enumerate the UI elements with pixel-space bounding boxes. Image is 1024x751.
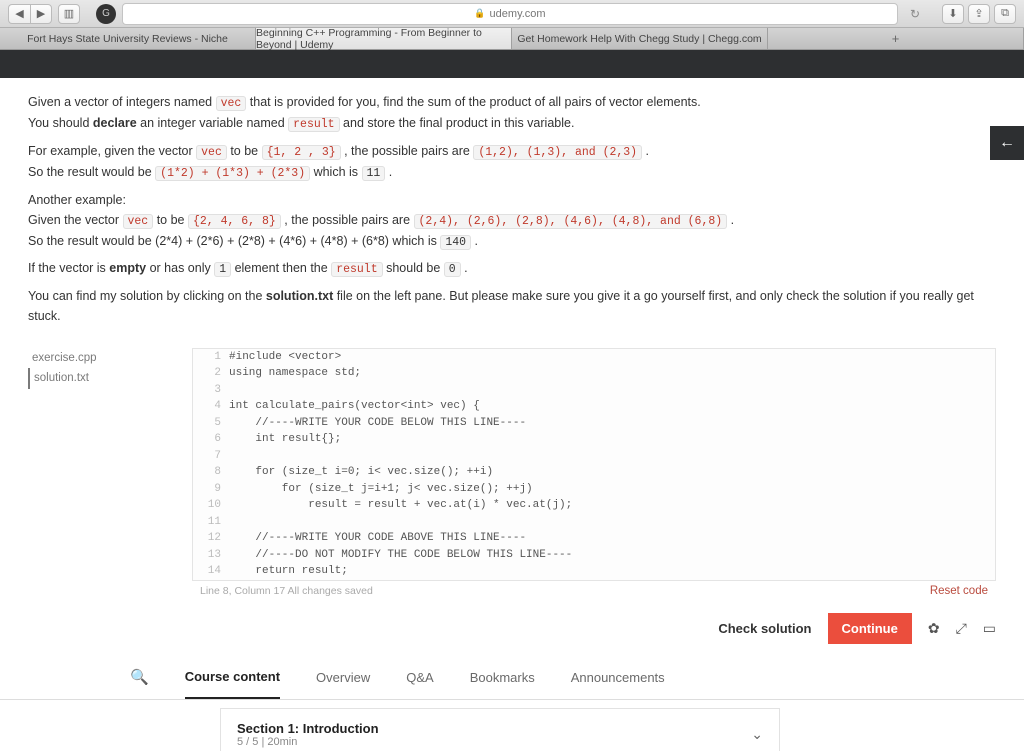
code-line[interactable]: 13 //----DO NOT MODIFY THE CODE BELOW TH… [193, 547, 995, 564]
code-line[interactable]: 5 //----WRITE YOUR CODE BELOW THIS LINE-… [193, 415, 995, 432]
code-token: vec [216, 96, 247, 111]
code-token: (2,4), (2,6), (2,8), (4,6), (4,8), and (… [414, 214, 728, 229]
code-token: 11 [362, 166, 386, 181]
code-line[interactable]: 11 [193, 514, 995, 531]
code-token: result [331, 262, 382, 277]
continue-button[interactable]: Continue [828, 613, 912, 644]
code-line[interactable]: 10 result = result + vec.at(i) * vec.at(… [193, 497, 995, 514]
download-button[interactable]: ⬇ [942, 4, 964, 24]
video-icon[interactable]: ▭ [983, 620, 996, 637]
tab-course-content[interactable]: Course content [185, 656, 280, 699]
file-tree: exercise.cpp solution.txt [0, 348, 192, 601]
course-header-bar [0, 50, 1024, 78]
code-line[interactable]: 7 [193, 448, 995, 465]
chevron-down-icon: ⌄ [751, 726, 763, 743]
code-token: vec [123, 214, 154, 229]
code-token: 0 [444, 262, 461, 277]
tab-bookmarks[interactable]: Bookmarks [470, 670, 535, 685]
settings-icon[interactable]: ✿ [928, 620, 940, 637]
content-tabs: 🔍 Course content Overview Q&A Bookmarks … [0, 656, 1024, 700]
browser-tab[interactable]: Get Homework Help With Chegg Study | Che… [512, 28, 768, 49]
check-solution-button[interactable]: Check solution [718, 621, 811, 636]
code-line[interactable]: 9 for (size_t j=i+1; j< vec.size(); ++j) [193, 481, 995, 498]
code-token: vec [196, 145, 227, 160]
code-line[interactable]: 6 int result{}; [193, 431, 995, 448]
tabs-button[interactable]: ⧉ [994, 4, 1016, 24]
section-sub: 5 / 5 | 20min [237, 736, 379, 748]
new-tab-button[interactable]: + [768, 28, 1024, 49]
code-line[interactable]: 1#include <vector> [193, 349, 995, 366]
coding-area: exercise.cpp solution.txt 1#include <vec… [0, 348, 996, 601]
search-icon[interactable]: 🔍 [130, 668, 149, 686]
lock-icon: 🔒 [474, 8, 485, 19]
file-exercise[interactable]: exercise.cpp [28, 348, 192, 369]
back-button[interactable]: ◀ [8, 4, 30, 24]
url-text: udemy.com [490, 8, 546, 20]
code-line[interactable]: 2using namespace std; [193, 365, 995, 382]
code-token: {2, 4, 6, 8} [188, 214, 281, 229]
reload-button[interactable]: ↻ [904, 7, 926, 21]
file-solution[interactable]: solution.txt [28, 368, 192, 389]
collapse-panel-button[interactable]: ← [990, 126, 1024, 160]
action-row: Check solution Continue ✿ ⤢ ▭ [0, 601, 1024, 656]
code-token: result [288, 117, 339, 132]
address-bar[interactable]: 🔒 udemy.com [122, 3, 898, 25]
section-row[interactable]: Section 1: Introduction 5 / 5 | 20min ⌄ [220, 708, 780, 751]
code-token: 1 [214, 262, 231, 277]
code-token: (1*2) + (1*3) + (2*3) [155, 166, 310, 181]
site-favicon-icon: G [96, 4, 116, 24]
code-token: 140 [440, 235, 471, 250]
tab-overview[interactable]: Overview [316, 670, 370, 685]
reset-code-button[interactable]: Reset code [930, 585, 988, 597]
section-title: Section 1: Introduction [237, 721, 379, 736]
tab-announcements[interactable]: Announcements [571, 670, 665, 685]
code-line[interactable]: 14 return result; [193, 563, 995, 580]
code-editor[interactable]: 1#include <vector>2using namespace std;3… [192, 348, 996, 601]
code-token: {1, 2 , 3} [262, 145, 341, 160]
fullscreen-icon[interactable]: ⤢ [956, 620, 967, 637]
tab-qa[interactable]: Q&A [406, 670, 433, 685]
code-line[interactable]: 3 [193, 382, 995, 399]
browser-tab[interactable]: Fort Hays State University Reviews - Nic… [0, 28, 256, 49]
forward-button[interactable]: ▶ [30, 4, 52, 24]
share-button[interactable]: ⇪ [968, 4, 990, 24]
tab-bar: Fort Hays State University Reviews - Nic… [0, 28, 1024, 50]
browser-toolbar: ◀ ▶ ▥ G 🔒 udemy.com ↻ ⬇ ⇪ ⧉ [0, 0, 1024, 28]
editor-status: Line 8, Column 17 All changes saved [200, 585, 373, 597]
browser-tab[interactable]: Beginning C++ Programming - From Beginne… [256, 28, 512, 49]
code-line[interactable]: 12 //----WRITE YOUR CODE ABOVE THIS LINE… [193, 530, 995, 547]
code-line[interactable]: 8 for (size_t i=0; i< vec.size(); ++i) [193, 464, 995, 481]
problem-description: ← Given a vector of integers named vec t… [0, 78, 1024, 342]
code-token: (1,2), (1,3), and (2,3) [473, 145, 642, 160]
code-line[interactable]: 4int calculate_pairs(vector<int> vec) { [193, 398, 995, 415]
sidebar-toggle-button[interactable]: ▥ [58, 4, 80, 24]
